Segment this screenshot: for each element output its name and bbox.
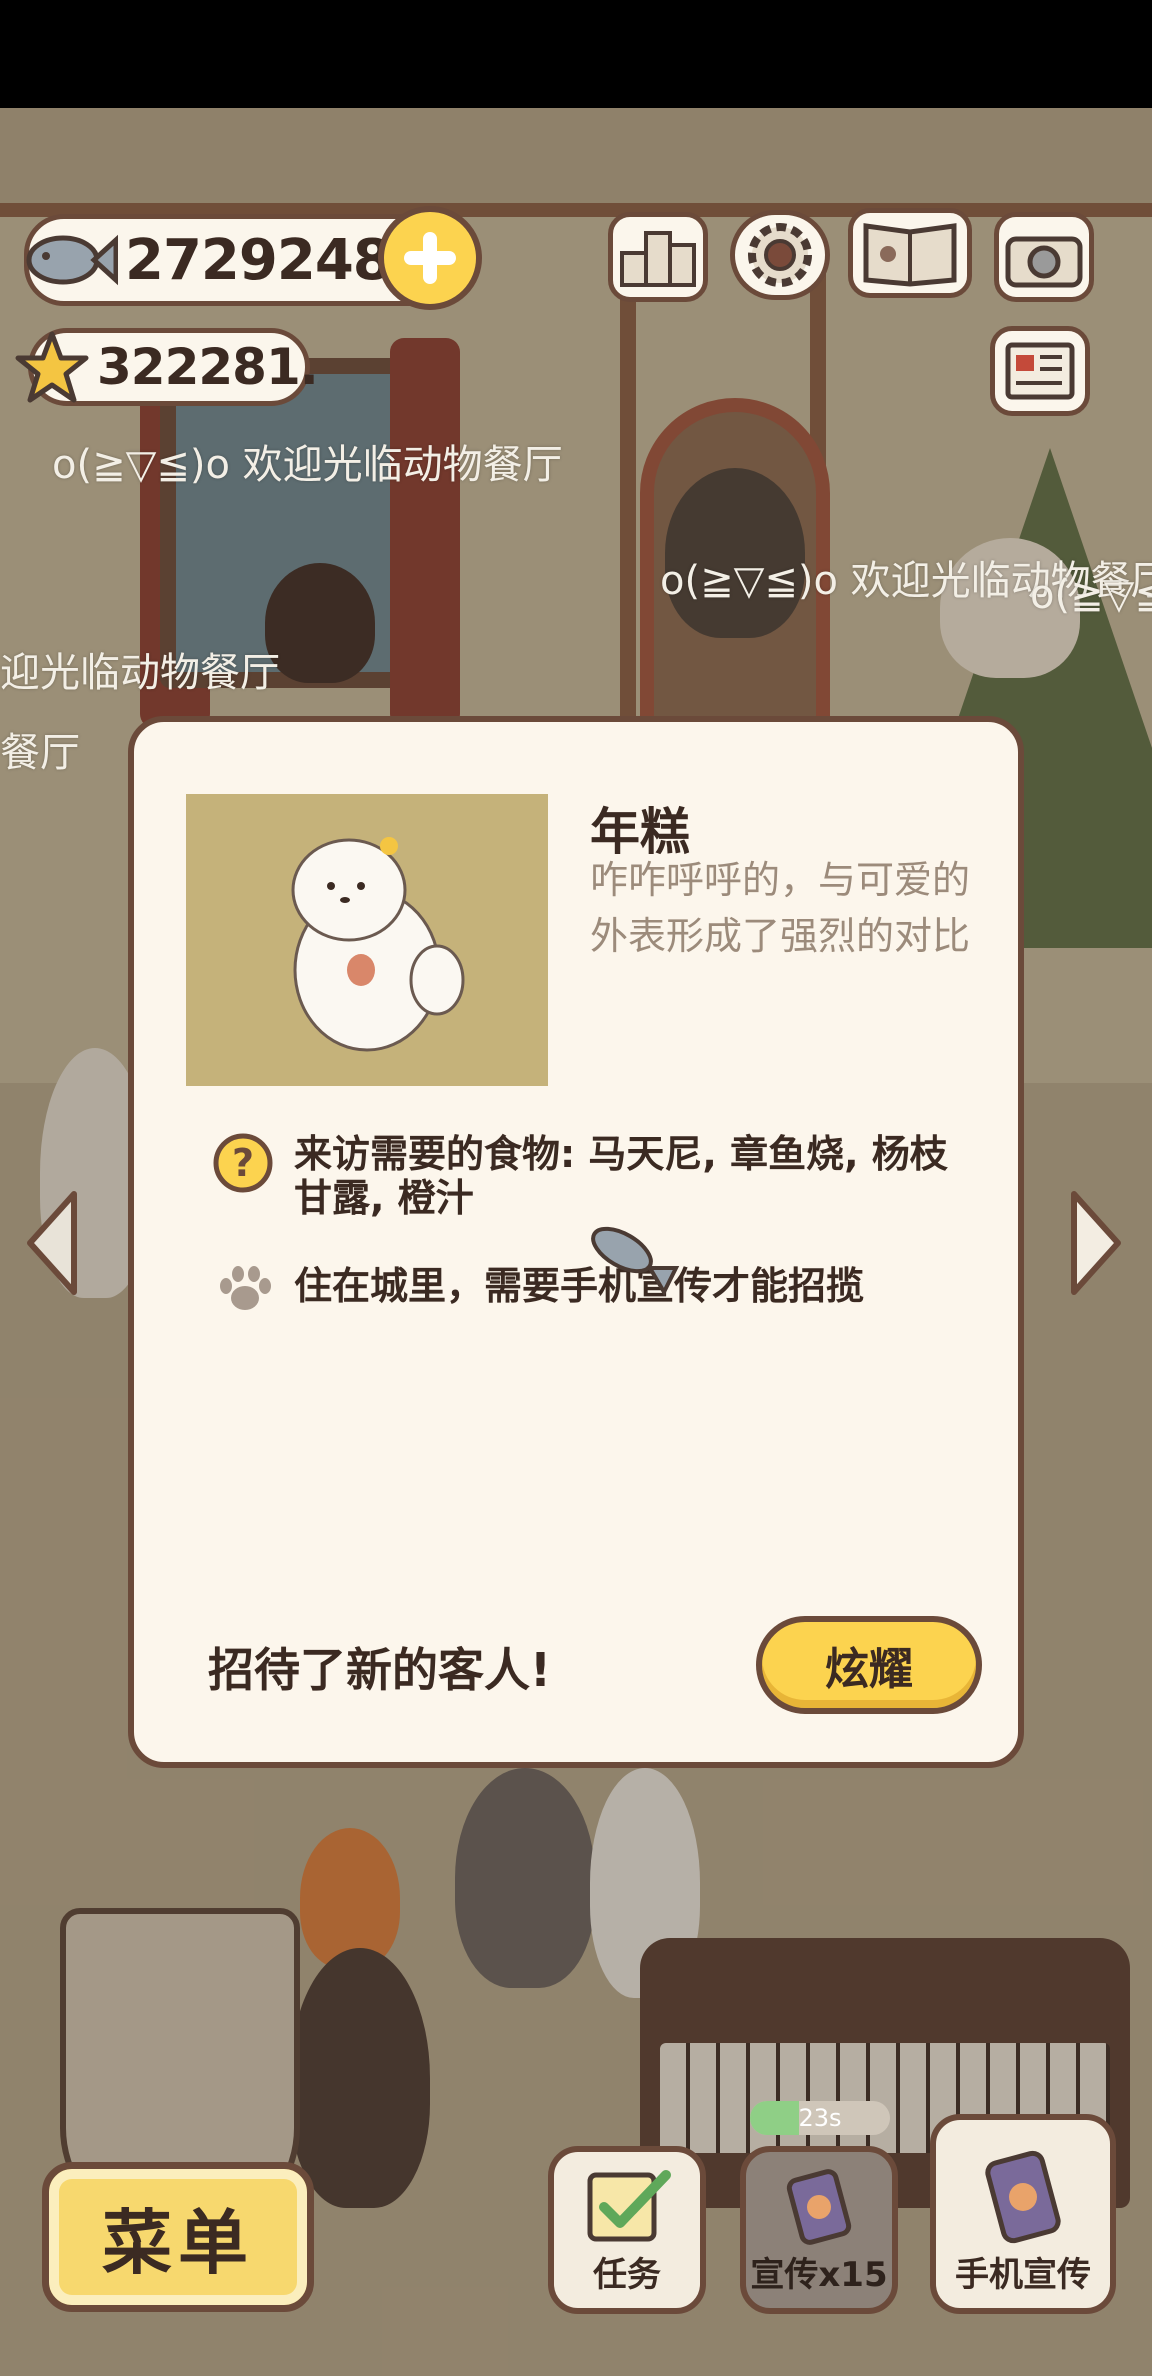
newspaper-icon — [1005, 342, 1075, 400]
menu-button-label: 菜单 — [102, 2201, 254, 2284]
camera-icon — [1005, 236, 1083, 288]
next-arrow-button[interactable] — [1066, 1188, 1126, 1298]
ranking-icon — [620, 231, 696, 287]
tasks-label: 任务 — [593, 2255, 661, 2295]
newspaper-button[interactable] — [990, 326, 1090, 416]
menu-button[interactable]: 菜单 — [42, 2162, 314, 2312]
settings-gear-icon — [748, 223, 812, 287]
pomeranian-dog-image — [291, 837, 465, 1052]
smartphone-icon — [985, 2150, 1061, 2244]
ranking-button[interactable] — [608, 212, 708, 302]
food-requirement-row: ? 来访需要的食物: 马天尼, 章鱼烧, 杨枝甘露, 橙汁 — [212, 1132, 974, 1220]
plus-icon — [404, 232, 456, 284]
phone-promote-label: 手机宣传 — [955, 2255, 1091, 2295]
scroll-message: 餐厅 — [0, 730, 80, 776]
promote-label: 宣传x15 — [750, 2255, 888, 2295]
svg-text:?: ? — [232, 1141, 254, 1185]
promote-button[interactable]: 宣传x15 — [740, 2146, 898, 2314]
show-off-button[interactable]: 炫耀 — [756, 1616, 982, 1714]
tasks-button[interactable]: 任务 — [548, 2146, 706, 2314]
customer-description: 咋咋呼呼的，与可爱的外表形成了强烈的对比 — [590, 858, 971, 958]
chevron-right-icon — [1071, 1191, 1121, 1295]
chevron-left-icon — [27, 1191, 77, 1295]
food-requirement-text: 来访需要的食物: 马天尼, 章鱼烧, 杨枝甘露, 橙汁 — [294, 1132, 948, 1220]
checklist-icon — [587, 2170, 671, 2242]
status-bar — [0, 0, 1152, 108]
paw-icon — [220, 1266, 271, 1310]
star-icon — [14, 330, 90, 406]
previous-arrow-button[interactable] — [22, 1188, 82, 1298]
scroll-message: 迎光临动物餐厅 — [0, 650, 280, 696]
scroll-message: o(≧▽≦)o 欢迎光临动物餐厅 — [52, 442, 563, 488]
customer-portrait — [186, 794, 548, 1086]
scroll-message: o(≧▽≦ — [1030, 572, 1152, 618]
phone-promote-button[interactable]: 手机宣传 — [930, 2114, 1116, 2314]
timer-text: 23s — [798, 2104, 842, 2132]
guidebook-button[interactable] — [848, 208, 972, 298]
camera-button[interactable] — [994, 212, 1094, 302]
star-count: 322281. — [97, 338, 319, 396]
fish-icon — [18, 220, 119, 300]
add-coins-button[interactable] — [378, 206, 482, 310]
settings-button[interactable] — [730, 210, 830, 300]
new-customer-message: 招待了新的客人! — [208, 1643, 551, 1697]
phone-promo-icon — [786, 2169, 852, 2245]
promote-timer-bar: 23s — [750, 2101, 890, 2135]
question-mark-icon: ? — [213, 1133, 273, 1193]
guidebook-icon — [863, 223, 957, 287]
new-customer-dialog: 年糕 咋咋呼呼的，与可爱的外表形成了强烈的对比 ? 来访需要的食物: 马天尼, … — [128, 716, 1024, 1768]
fish-cursor-icon — [591, 1226, 680, 1296]
